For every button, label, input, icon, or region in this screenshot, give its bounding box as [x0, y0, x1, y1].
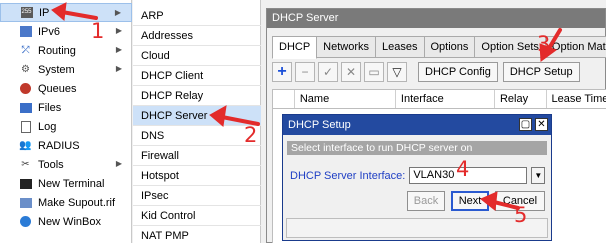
nav-item-routing[interactable]: ⤱ Routing ▶: [0, 41, 132, 60]
maximize-icon[interactable]: ▢: [519, 118, 532, 131]
interface-field-row: DHCP Server Interface: VLAN30 ▼: [290, 167, 546, 184]
submenu-item-hotspot[interactable]: Hotspot: [133, 166, 261, 186]
dhcp-config-button[interactable]: DHCP Config: [418, 62, 498, 82]
tab-option-sets[interactable]: Option Sets: [474, 36, 546, 58]
supout-icon: [19, 196, 32, 209]
nav-item-ipv6[interactable]: IPv6 ▶: [0, 22, 132, 41]
terminal-icon: [19, 177, 32, 190]
submenu-item-nat-pmp[interactable]: NAT PMP: [133, 226, 261, 243]
annotation-number-4: 4: [456, 157, 470, 181]
check-icon[interactable]: ✓: [318, 62, 338, 82]
log-icon: [19, 120, 32, 133]
nav-item-label: Files: [38, 101, 62, 114]
submenu-arrow-icon: ▶: [114, 8, 121, 17]
dhcp-setup-button[interactable]: DHCP Setup: [502, 62, 580, 82]
submenu-item-dns[interactable]: DNS: [133, 126, 261, 146]
nav-item-queues[interactable]: Queues: [0, 79, 132, 98]
nav-item-system[interactable]: ⚙ System ▶: [0, 60, 132, 79]
nav-item-make-supout[interactable]: Make Supout.rif: [0, 193, 132, 212]
column-header-relay[interactable]: Relay: [495, 90, 547, 108]
chevron-down-icon[interactable]: ▼: [531, 167, 546, 184]
annotation-number-1: 1: [91, 19, 105, 43]
tab-option-matcher[interactable]: Option Matc: [544, 36, 606, 58]
system-gear-icon: ⚙: [21, 63, 30, 75]
ipv6-icon: [19, 25, 32, 38]
ip-submenu: ARP Addresses Cloud DHCP Client DHCP Rel…: [133, 0, 261, 243]
nav-item-label: Tools: [38, 158, 64, 171]
window-title: DHCP Server: [267, 9, 605, 28]
nav-item-label: Routing: [38, 44, 76, 57]
nav-item-files[interactable]: Files: [0, 98, 132, 117]
nav-item-label: Queues: [38, 82, 77, 95]
instruction-banner: Select interface to run DHCP server on: [287, 141, 547, 155]
filter-icon[interactable]: ▽: [387, 62, 407, 82]
dialog-titlebar: DHCP Setup ▢ ✕: [283, 115, 551, 135]
status-bar: [286, 218, 548, 238]
tab-leases[interactable]: Leases: [375, 36, 425, 58]
column-header-flags[interactable]: [273, 90, 295, 108]
submenu-item-dhcp-client[interactable]: DHCP Client: [133, 66, 261, 86]
nav-item-label: Log: [38, 120, 57, 133]
nav-item-label: IPv6: [38, 25, 61, 38]
column-header-interface[interactable]: Interface: [396, 90, 495, 108]
close-icon[interactable]: ✕: [535, 118, 548, 131]
submenu-item-dhcp-server[interactable]: DHCP Server: [133, 106, 261, 126]
queues-icon: [19, 82, 32, 95]
submenu-item-addresses[interactable]: Addresses: [133, 26, 261, 46]
tab-networks[interactable]: Networks: [316, 36, 377, 58]
nav-item-label: New Terminal: [38, 177, 105, 190]
toolbar: + − ✓ ✕ ▭ ▽ DHCP Config DHCP Setup: [272, 61, 580, 83]
submenu-item-ipsec[interactable]: IPsec: [133, 186, 261, 206]
tab-bar: DHCP Networks Leases Options Option Sets…: [272, 36, 606, 59]
cross-icon[interactable]: ✕: [341, 62, 361, 82]
main-nav-menu: 255 IP ▶ IPv6 ▶ ⤱ Routing ▶ ⚙ System ▶ Q…: [0, 0, 132, 243]
submenu-arrow-icon: ▶: [115, 159, 122, 168]
back-button[interactable]: Back: [407, 191, 445, 211]
nav-item-log[interactable]: Log: [0, 117, 132, 136]
nav-item-label: IP: [39, 6, 50, 19]
nav-item-radius[interactable]: 👥 RADIUS: [0, 136, 132, 155]
tools-icon: ✂: [21, 158, 30, 170]
nav-item-label: New WinBox: [38, 215, 101, 228]
interface-field-label: DHCP Server Interface:: [290, 169, 406, 182]
annotation-number-5: 5: [514, 203, 528, 227]
nav-item-new-terminal[interactable]: New Terminal: [0, 174, 132, 193]
dhcp-setup-dialog: DHCP Setup ▢ ✕ Select interface to run D…: [282, 114, 552, 241]
submenu-arrow-icon: ▶: [115, 64, 122, 73]
tab-options[interactable]: Options: [423, 36, 476, 58]
plus-icon[interactable]: +: [272, 62, 292, 82]
radius-users-icon: 👥: [19, 139, 32, 151]
column-header-lease-time[interactable]: Lease Time: [547, 90, 606, 108]
winbox-icon: [19, 215, 32, 228]
routing-icon: ⤱: [21, 44, 30, 56]
nav-item-label: Make Supout.rif: [38, 196, 116, 209]
submenu-item-dhcp-relay[interactable]: DHCP Relay: [133, 86, 261, 106]
nav-item-tools[interactable]: ✂ Tools ▶: [0, 155, 132, 174]
table-header: Name Interface Relay Lease Time: [272, 89, 606, 109]
annotation-number-2: 2: [244, 123, 258, 147]
next-button[interactable]: Next: [451, 191, 489, 211]
files-folder-icon: [19, 101, 32, 114]
dialog-title: DHCP Setup: [288, 119, 351, 131]
submenu-item-kid-control[interactable]: Kid Control: [133, 206, 261, 226]
minus-icon[interactable]: −: [295, 62, 315, 82]
column-header-name[interactable]: Name: [295, 90, 396, 108]
submenu-arrow-icon: ▶: [115, 26, 122, 35]
submenu-item-arp[interactable]: ARP: [133, 6, 261, 26]
submenu-item-firewall[interactable]: Firewall: [133, 146, 261, 166]
tab-dhcp[interactable]: DHCP: [272, 36, 318, 59]
annotation-number-3: 3: [537, 32, 551, 56]
ip-icon: 255: [20, 6, 33, 19]
nav-item-label: RADIUS: [38, 139, 80, 152]
submenu-arrow-icon: ▶: [115, 45, 122, 54]
submenu-item-cloud[interactable]: Cloud: [133, 46, 261, 66]
nav-item-ip[interactable]: 255 IP ▶: [0, 3, 132, 22]
comment-icon[interactable]: ▭: [364, 62, 384, 82]
nav-item-new-winbox[interactable]: New WinBox: [0, 212, 132, 231]
nav-item-label: System: [38, 63, 75, 76]
